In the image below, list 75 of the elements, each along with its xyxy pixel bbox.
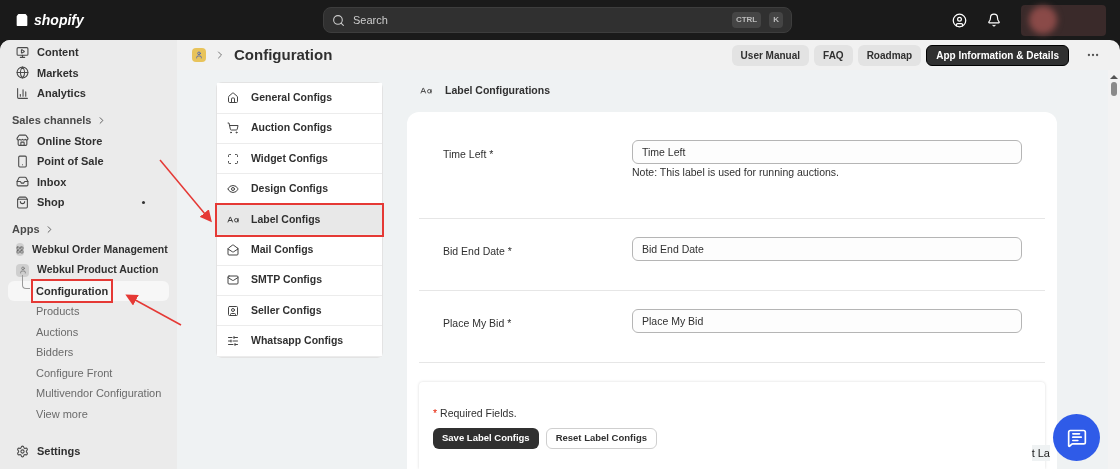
sidebar-item[interactable]: Point of Sale (0, 151, 177, 172)
sidebar-item[interactable]: Shop (0, 192, 177, 213)
text-input[interactable]: Bid End Date (632, 237, 1022, 262)
sidebar-app-item[interactable]: Webkul Product Auction (0, 260, 177, 281)
search-field[interactable]: Search (353, 11, 724, 29)
search-bar[interactable]: Search CTRL K (323, 7, 792, 33)
user-card-icon (227, 304, 239, 317)
field-label: Time Left * (442, 147, 495, 163)
bell-icon[interactable] (987, 13, 1001, 27)
sidebar-subitem[interactable]: Auctions (33, 321, 82, 342)
header-button[interactable]: Roadmap (857, 44, 922, 66)
inbox-icon (16, 175, 29, 189)
open-mail-icon (227, 243, 239, 256)
app-logo-icon (192, 48, 206, 63)
logo[interactable]: shopify (34, 9, 84, 31)
shortcut-key: CTRL (731, 12, 762, 28)
sidebar-subitem[interactable]: View more (33, 403, 91, 424)
section-title: Label Configurations (445, 83, 550, 99)
user-face-icon[interactable] (952, 12, 967, 28)
scan-icon (227, 152, 239, 165)
field-label: Place My Bid * (442, 316, 513, 332)
section-heading: Sales channels (12, 112, 92, 128)
sidebar-subitem[interactable]: Bidders (33, 342, 77, 363)
header-button[interactable]: FAQ (814, 44, 853, 66)
store-icon (16, 134, 29, 148)
section-heading: Apps (12, 221, 40, 237)
chat-icon (1066, 427, 1087, 448)
sidebar-item[interactable]: Settings (0, 441, 177, 461)
config-menu-item[interactable]: Label Configs (217, 204, 382, 236)
form-button[interactable]: Save Label Configs (433, 428, 539, 449)
header-button[interactable]: App Information & Details (926, 44, 1069, 66)
sliders-icon (227, 335, 239, 348)
bar-chart-icon (16, 86, 29, 100)
app-icon (16, 243, 24, 257)
mail-icon (227, 274, 239, 287)
page-title: Configuration (234, 44, 333, 65)
sidebar-item[interactable]: Analytics (0, 83, 177, 104)
scrollbar-thumb[interactable] (1111, 82, 1117, 97)
config-menu-item[interactable]: General Configs (217, 83, 382, 114)
field-label: Bid End Date * (442, 244, 513, 260)
annotation-arrow (159, 159, 212, 223)
sidebar-subitem[interactable]: Products (33, 301, 83, 322)
store-avatar[interactable] (1021, 4, 1106, 36)
field-note: Note: This label is used for running auctions. (632, 165, 840, 181)
tree-connector-icon (22, 274, 30, 289)
settings-icon (16, 444, 29, 458)
shortcut-key: K (769, 12, 783, 28)
sidebar-item[interactable]: Inbox (0, 171, 177, 192)
text-input[interactable]: Place My Bid (632, 309, 1022, 334)
sidebar-item[interactable]: Markets (0, 62, 177, 83)
shopping-bag-icon (14, 12, 30, 28)
sidebar-item[interactable]: Content (0, 42, 177, 63)
search-icon (332, 13, 345, 27)
home-icon (227, 91, 239, 104)
text-input[interactable]: Time Left (632, 140, 1022, 165)
cart-icon (227, 122, 239, 135)
eye-icon (227, 183, 239, 196)
scroll-up-icon[interactable] (1110, 75, 1118, 80)
sidebar-item[interactable]: Online Store (0, 130, 177, 151)
text-size-icon (227, 213, 239, 226)
sidebar-subitem[interactable]: Configure Front (33, 362, 116, 383)
app-icon (16, 263, 29, 277)
bag-icon (16, 195, 29, 209)
phone-icon (16, 154, 29, 168)
globe-icon (16, 66, 29, 80)
annotation-arrow (125, 294, 182, 326)
form-button[interactable]: Reset Label Configs (545, 428, 657, 449)
chat-button[interactable] (1053, 414, 1100, 461)
config-menu-item[interactable]: Mail Configs (217, 235, 382, 266)
header-button[interactable]: User Manual (731, 44, 810, 66)
required-mark: * (433, 406, 438, 422)
required-note: Required Fields. (440, 406, 517, 422)
sidebar-subitem[interactable]: Multivendor Configuration (33, 383, 165, 404)
monitor-icon (16, 45, 29, 59)
sidebar-app-item[interactable]: Webkul Order Management (0, 239, 177, 260)
